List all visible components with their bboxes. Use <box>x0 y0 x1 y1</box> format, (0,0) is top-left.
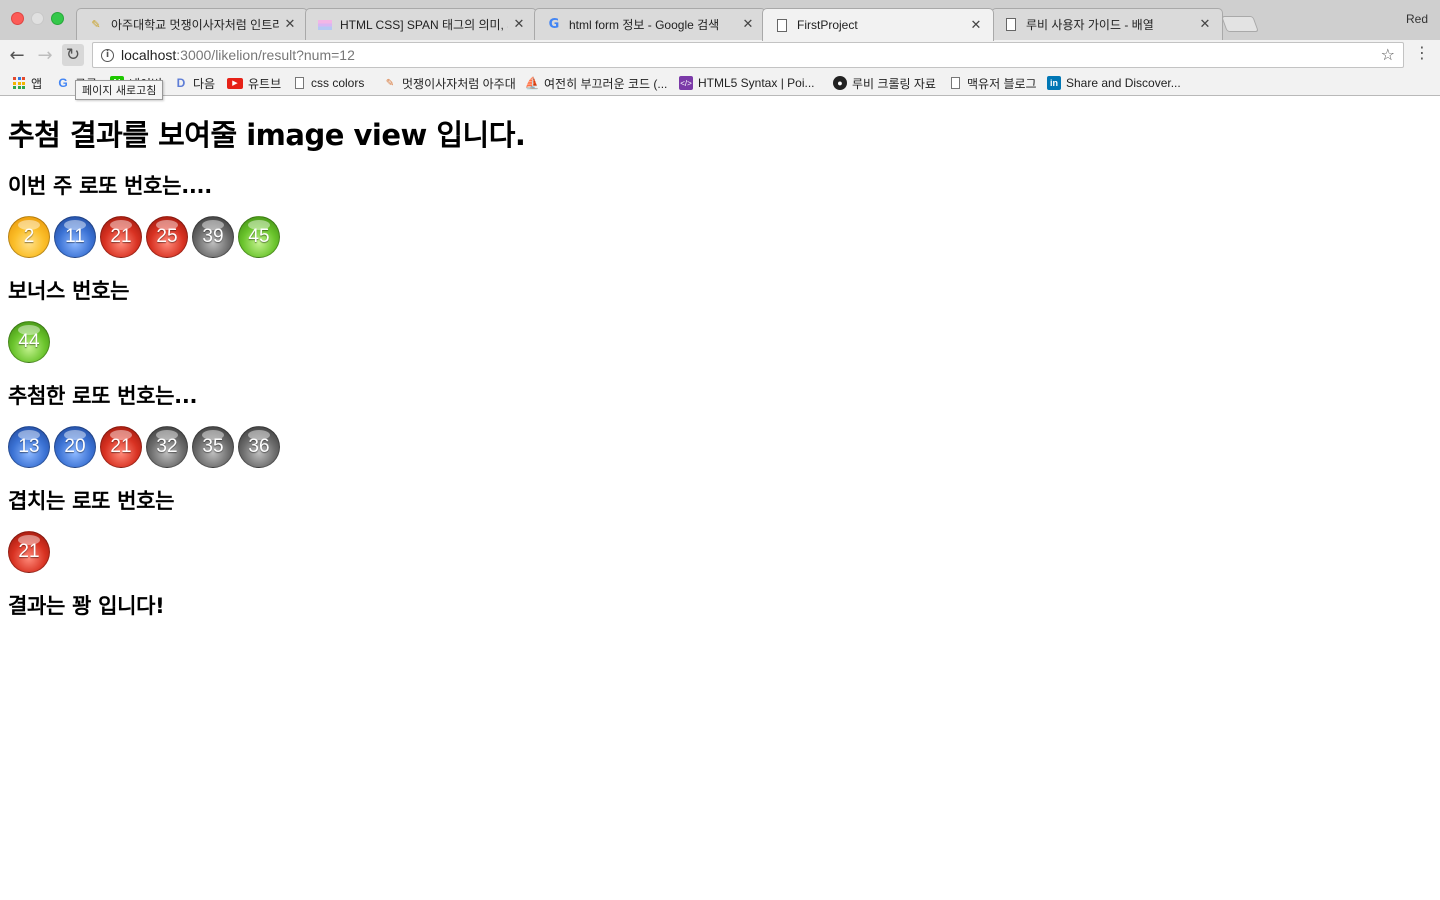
google-icon: G <box>548 17 560 32</box>
ship-icon: ⛵ <box>524 76 540 90</box>
bookmark-label: 앱 <box>31 76 43 91</box>
lotto-ball: 32 <box>146 426 188 468</box>
page-title: 추첨 결과를 보여줄 image view 입니다. <box>8 118 526 152</box>
bookmark-css-colors[interactable]: css colors <box>292 75 364 91</box>
lotto-ball: 44 <box>8 321 50 363</box>
browser-tab-strip: ✎ 아주대학교 멋쟁이사자처럼 인트라넷 ✕ HTML CSS] SPAN 태그… <box>0 0 1440 41</box>
drawn-numbers: 13 20 21 32 35 36 <box>8 426 1432 468</box>
back-arrow-icon[interactable]: ← <box>6 44 28 66</box>
result-text: 결과는 꽝 입니다! <box>8 594 165 618</box>
close-tab-icon[interactable]: ✕ <box>512 17 526 32</box>
bookmark-label: 다음 <box>193 76 216 91</box>
tab-intranet[interactable]: ✎ 아주대학교 멋쟁이사자처럼 인트라넷 ✕ <box>76 8 308 40</box>
tab-title: FirstProject <box>797 18 858 32</box>
brush-icon: ✎ <box>385 77 395 89</box>
apps-icon <box>12 76 26 90</box>
close-tab-icon[interactable]: ✕ <box>969 18 983 33</box>
lotto-ball: 36 <box>238 426 280 468</box>
bookmark-html5-syntax[interactable]: </> HTML5 Syntax | Poi... <box>679 75 815 91</box>
drawn-heading: 추첨한 로또 번호는... <box>8 384 198 408</box>
tab-ruby-guide[interactable]: 루비 사용자 가이드 - 배열 ✕ <box>991 8 1223 40</box>
profile-label[interactable]: Red <box>1406 12 1428 26</box>
close-window-button[interactable] <box>11 12 24 25</box>
lotto-ball: 21 <box>100 216 142 258</box>
bookmark-likelion-ajou[interactable]: ✎ 멋쟁이사자처럼 아주대 <box>383 75 516 91</box>
bookmark-apps[interactable]: 앱 <box>12 75 42 91</box>
maximize-window-button[interactable] <box>51 12 64 25</box>
page-icon <box>948 76 962 90</box>
menu-icon[interactable]: ⋮ <box>1414 45 1430 61</box>
daum-icon: D <box>176 76 186 90</box>
bookmark-label: 맥유저 블로그 <box>967 76 1037 91</box>
lotto-ball: 45 <box>238 216 280 258</box>
lotto-ball: 39 <box>192 216 234 258</box>
tab-firstproject[interactable]: FirstProject ✕ <box>762 8 994 41</box>
url-text: localhost:3000/likelion/result?num=12 <box>121 47 355 63</box>
linkedin-icon: in <box>1047 76 1061 90</box>
forward-arrow-icon[interactable]: → <box>34 44 56 66</box>
tab-title: 루비 사용자 가이드 - 배열 <box>1026 18 1154 32</box>
page-icon <box>775 18 789 32</box>
close-tab-icon[interactable]: ✕ <box>1198 17 1212 32</box>
tab-title: 아주대학교 멋쟁이사자처럼 인트라넷 <box>111 18 279 32</box>
lotto-ball: 20 <box>54 426 96 468</box>
bookmarks-bar: 앱 G 구글 N 네이버 D 다음 ▶ 유트브 css colors ✎ 멋쟁이… <box>0 70 1440 96</box>
lotto-ball: 11 <box>54 216 96 258</box>
matched-numbers: 21 <box>8 531 1432 573</box>
minimize-window-button[interactable] <box>31 12 44 25</box>
bookmark-label: 유트브 <box>248 76 282 91</box>
bookmark-mac-blog[interactable]: 맥유저 블로그 <box>948 75 1037 91</box>
bookmark-label: 멋쟁이사자처럼 아주대 <box>402 76 516 91</box>
bookmark-daum[interactable]: D 다음 <box>174 75 215 91</box>
info-icon[interactable]: i <box>101 48 114 62</box>
tab-span-tag[interactable]: HTML CSS] SPAN 태그의 의미, 사 ✕ <box>305 8 537 40</box>
lotto-ball: 35 <box>192 426 234 468</box>
address-bar[interactable]: i localhost:3000/likelion/result?num=12 … <box>92 42 1404 68</box>
bookmark-label: 여전히 부끄러운 코드 (... <box>544 76 668 91</box>
url-path: :3000/likelion/result?num=12 <box>176 47 355 63</box>
stripe-icon <box>318 18 332 32</box>
code-icon: </> <box>679 76 693 90</box>
weekly-heading: 이번 주 로또 번호는.... <box>8 174 212 198</box>
reload-icon[interactable]: ↻ <box>62 44 84 66</box>
lotto-ball: 25 <box>146 216 188 258</box>
bookmark-youtube[interactable]: ▶ 유트브 <box>227 75 281 91</box>
page-icon <box>292 76 306 90</box>
bookmark-star-icon[interactable]: ☆ <box>1381 45 1395 64</box>
bookmark-label: Share and Discover... <box>1066 76 1181 90</box>
github-icon: ● <box>833 76 847 90</box>
lotto-ball: 21 <box>100 426 142 468</box>
bookmark-label: 루비 크롤링 자료 <box>852 76 936 91</box>
google-icon: G <box>58 76 68 90</box>
tab-google-search[interactable]: G html form 정보 - Google 검색 ✕ <box>534 8 766 40</box>
bookmark-label: css colors <box>311 76 365 90</box>
bookmark-linkedin[interactable]: in Share and Discover... <box>1047 75 1181 91</box>
lotto-ball: 21 <box>8 531 50 573</box>
lotto-ball: 13 <box>8 426 50 468</box>
bookmark-code-blog[interactable]: ⛵ 여전히 부끄러운 코드 (... <box>524 75 668 91</box>
close-tab-icon[interactable]: ✕ <box>741 17 755 32</box>
weekly-numbers: 2 11 21 25 39 45 <box>8 216 1432 258</box>
browser-toolbar: ← → ↻ i localhost:3000/likelion/result?n… <box>0 40 1440 70</box>
bookmark-label: HTML5 Syntax | Poi... <box>698 76 815 90</box>
page-content: 추첨 결과를 보여줄 image view 입니다. 이번 주 로또 번호는..… <box>8 97 1432 619</box>
matched-heading: 겹치는 로또 번호는 <box>8 489 175 513</box>
bonus-numbers: 44 <box>8 321 1432 363</box>
lotto-ball: 2 <box>8 216 50 258</box>
close-tab-icon[interactable]: ✕ <box>283 17 297 32</box>
youtube-icon: ▶ <box>227 77 243 89</box>
bonus-heading: 보너스 번호는 <box>8 279 130 303</box>
tab-title: html form 정보 - Google 검색 <box>569 18 720 32</box>
new-tab-button[interactable] <box>1221 16 1259 32</box>
tab-title: HTML CSS] SPAN 태그의 의미, 사 <box>340 18 508 32</box>
folder-icon: ✎ <box>91 18 101 31</box>
page-icon <box>1004 18 1018 32</box>
bookmark-ruby-crawling[interactable]: ● 루비 크롤링 자료 <box>833 75 936 91</box>
url-host: localhost <box>121 47 177 63</box>
reload-tooltip: 페이지 새로고침 <box>75 80 164 100</box>
